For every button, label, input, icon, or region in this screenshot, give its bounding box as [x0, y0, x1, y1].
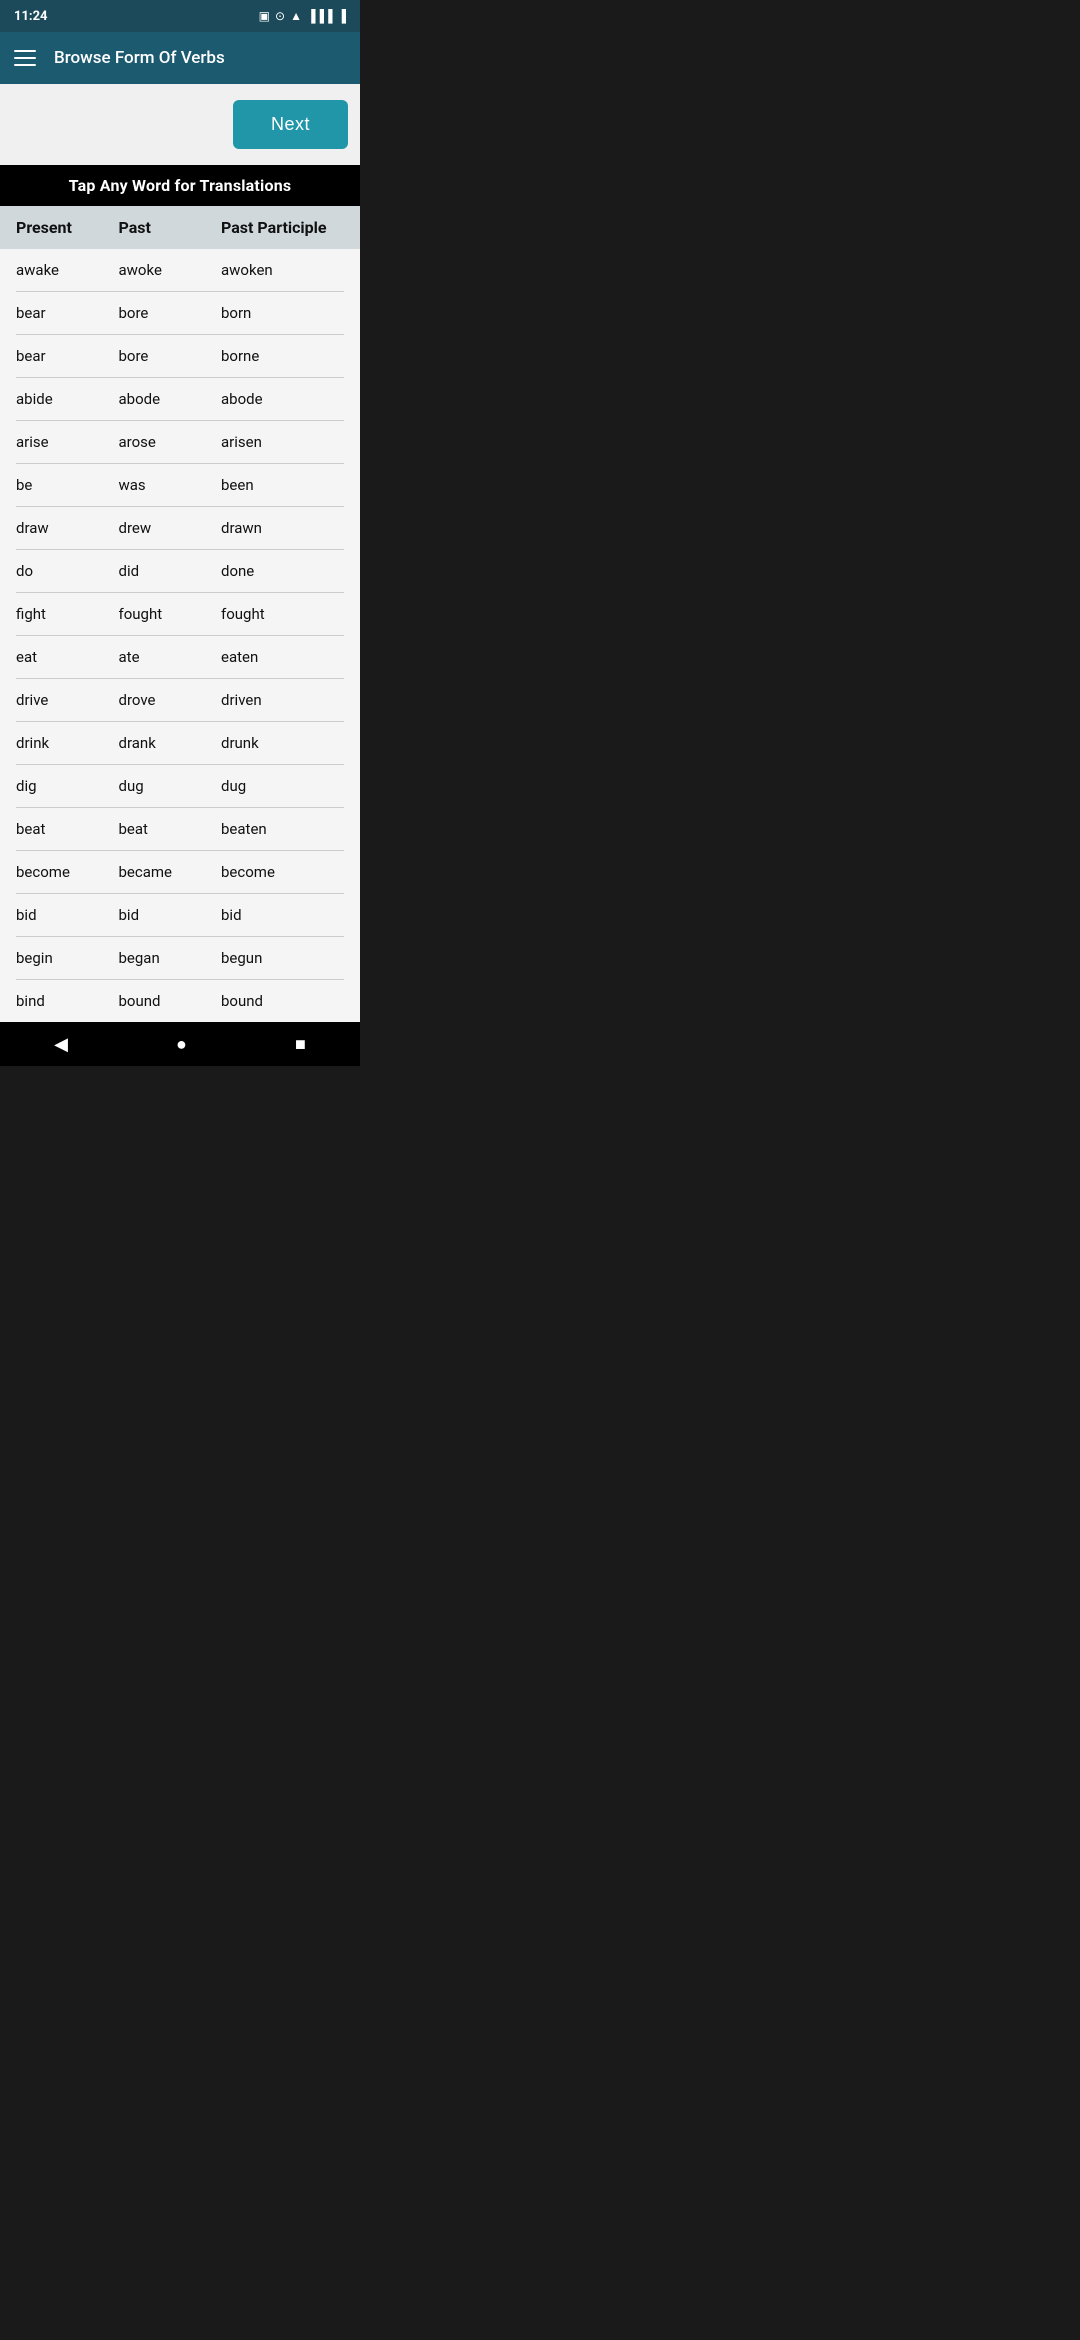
- table-header: Present Past Past Participle: [0, 206, 360, 249]
- cell-present[interactable]: abide: [16, 390, 119, 408]
- cell-present[interactable]: draw: [16, 519, 119, 537]
- next-area: Next: [0, 84, 360, 165]
- table-row[interactable]: drawdrewdrawn: [16, 507, 344, 550]
- cell-participle[interactable]: begun: [221, 949, 344, 967]
- table-row[interactable]: awakeawokeawoken: [16, 249, 344, 292]
- cell-present[interactable]: drive: [16, 691, 119, 709]
- cell-participle[interactable]: beaten: [221, 820, 344, 838]
- cell-present[interactable]: eat: [16, 648, 119, 666]
- cell-present[interactable]: fight: [16, 605, 119, 623]
- cell-participle[interactable]: arisen: [221, 433, 344, 451]
- sim-icon: ▣: [259, 9, 270, 23]
- table-row[interactable]: arisearosearisen: [16, 421, 344, 464]
- menu-button[interactable]: [14, 50, 36, 66]
- table-row[interactable]: drivedrovedriven: [16, 679, 344, 722]
- tap-banner: Tap Any Word for Translations: [0, 165, 360, 206]
- cell-present[interactable]: bid: [16, 906, 119, 924]
- table-row[interactable]: becomebecamebecome: [16, 851, 344, 894]
- cell-participle[interactable]: been: [221, 476, 344, 494]
- battery-icon: ▐: [337, 9, 346, 23]
- status-icons: ▣ ⊙ ▲ ▐▐▐ ▐: [259, 9, 346, 23]
- cell-past[interactable]: began: [119, 949, 222, 967]
- cell-past[interactable]: bore: [119, 347, 222, 365]
- table-row[interactable]: bewasbeen: [16, 464, 344, 507]
- back-button[interactable]: ◀: [40, 1030, 82, 1059]
- cell-participle[interactable]: driven: [221, 691, 344, 709]
- cell-present[interactable]: bear: [16, 304, 119, 322]
- cell-present[interactable]: be: [16, 476, 119, 494]
- table-row[interactable]: fightfoughtfought: [16, 593, 344, 636]
- status-time: 11:24: [14, 9, 48, 24]
- table-row[interactable]: dodiddone: [16, 550, 344, 593]
- cell-past[interactable]: fought: [119, 605, 222, 623]
- cell-past[interactable]: dug: [119, 777, 222, 795]
- cell-past[interactable]: ate: [119, 648, 222, 666]
- cell-participle[interactable]: bid: [221, 906, 344, 924]
- table-row[interactable]: beatbeatbeaten: [16, 808, 344, 851]
- table-row[interactable]: abideabodeabode: [16, 378, 344, 421]
- cell-past[interactable]: did: [119, 562, 222, 580]
- cell-participle[interactable]: abode: [221, 390, 344, 408]
- cell-participle[interactable]: born: [221, 304, 344, 322]
- cell-participle[interactable]: eaten: [221, 648, 344, 666]
- cell-present[interactable]: awake: [16, 261, 119, 279]
- cell-past[interactable]: bore: [119, 304, 222, 322]
- cell-participle[interactable]: borne: [221, 347, 344, 365]
- recent-apps-button[interactable]: ■: [281, 1030, 320, 1059]
- cell-past[interactable]: bid: [119, 906, 222, 924]
- cell-present[interactable]: bear: [16, 347, 119, 365]
- cell-past[interactable]: was: [119, 476, 222, 494]
- cell-participle[interactable]: dug: [221, 777, 344, 795]
- cell-past[interactable]: bound: [119, 992, 222, 1010]
- table-row[interactable]: bearboreborne: [16, 335, 344, 378]
- cell-past[interactable]: drank: [119, 734, 222, 752]
- table-row[interactable]: beginbeganbegun: [16, 937, 344, 980]
- table-row[interactable]: bearboreborn: [16, 292, 344, 335]
- cell-past[interactable]: beat: [119, 820, 222, 838]
- next-button[interactable]: Next: [233, 100, 348, 149]
- table-row[interactable]: drinkdrankdrunk: [16, 722, 344, 765]
- header-participle: Past Participle: [221, 218, 344, 237]
- bottom-nav: ◀ ● ■: [0, 1022, 360, 1066]
- cell-past[interactable]: awoke: [119, 261, 222, 279]
- cell-present[interactable]: arise: [16, 433, 119, 451]
- cell-participle[interactable]: drunk: [221, 734, 344, 752]
- status-bar: 11:24 ▣ ⊙ ▲ ▐▐▐ ▐: [0, 0, 360, 32]
- table-row[interactable]: bindboundbound: [16, 980, 344, 1022]
- cell-present[interactable]: beat: [16, 820, 119, 838]
- cell-present[interactable]: begin: [16, 949, 119, 967]
- cell-participle[interactable]: fought: [221, 605, 344, 623]
- signal-icon: ▐▐▐: [307, 9, 333, 23]
- verb-table: awakeawokeawokenbearborebornbearboreborn…: [0, 249, 360, 1022]
- cell-participle[interactable]: done: [221, 562, 344, 580]
- cell-present[interactable]: dig: [16, 777, 119, 795]
- cell-participle[interactable]: bound: [221, 992, 344, 1010]
- table-row[interactable]: bidbidbid: [16, 894, 344, 937]
- cell-participle[interactable]: awoken: [221, 261, 344, 279]
- cell-past[interactable]: abode: [119, 390, 222, 408]
- cell-present[interactable]: drink: [16, 734, 119, 752]
- table-row[interactable]: eatateeaten: [16, 636, 344, 679]
- cell-participle[interactable]: become: [221, 863, 344, 881]
- cell-present[interactable]: become: [16, 863, 119, 881]
- table-row[interactable]: digdugdug: [16, 765, 344, 808]
- record-icon: ⊙: [275, 9, 285, 23]
- header-present: Present: [16, 218, 119, 237]
- cell-past[interactable]: arose: [119, 433, 222, 451]
- home-button[interactable]: ●: [162, 1030, 201, 1059]
- header-past: Past: [119, 218, 222, 237]
- cell-past[interactable]: drew: [119, 519, 222, 537]
- page-title: Browse Form Of Verbs: [54, 48, 225, 68]
- cell-past[interactable]: drove: [119, 691, 222, 709]
- wifi-icon: ▲: [290, 9, 302, 23]
- cell-present[interactable]: do: [16, 562, 119, 580]
- cell-participle[interactable]: drawn: [221, 519, 344, 537]
- cell-past[interactable]: became: [119, 863, 222, 881]
- app-header: Browse Form Of Verbs: [0, 32, 360, 84]
- cell-present[interactable]: bind: [16, 992, 119, 1010]
